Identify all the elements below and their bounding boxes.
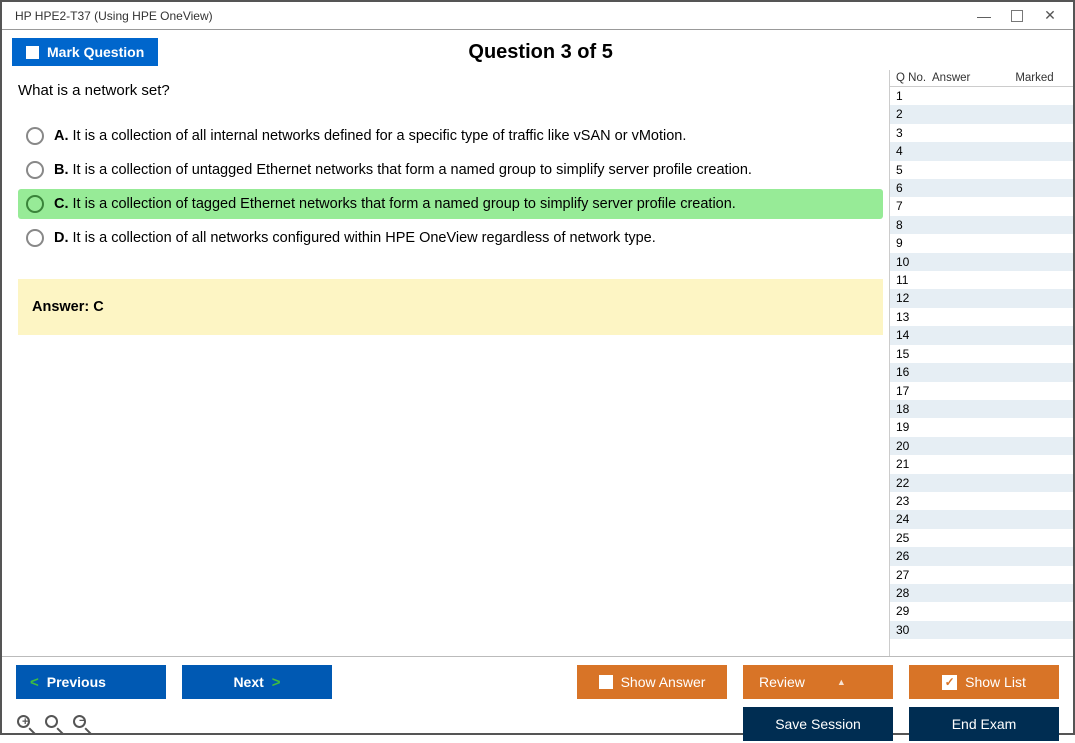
list-row[interactable]: 27 (890, 566, 1073, 584)
footer-row-primary: < Previous Next > Show Answer Review ▲ ✓… (16, 665, 1059, 699)
checked-checkbox-icon: ✓ (942, 675, 957, 690)
checkbox-icon (26, 46, 39, 59)
chevron-right-icon: > (272, 674, 281, 691)
list-row[interactable]: 21 (890, 455, 1073, 473)
list-row[interactable]: 22 (890, 474, 1073, 492)
list-row[interactable]: 25 (890, 529, 1073, 547)
save-session-label: Save Session (775, 716, 861, 732)
list-row[interactable]: 4 (890, 142, 1073, 160)
dropdown-arrow-icon: ▲ (837, 677, 846, 687)
radio-icon (26, 195, 44, 213)
list-row[interactable]: 26 (890, 547, 1073, 565)
list-row[interactable]: 20 (890, 437, 1073, 455)
list-row[interactable]: 1 (890, 87, 1073, 105)
window-title: HP HPE2-T37 (Using HPE OneView) (10, 9, 213, 23)
titlebar: HP HPE2-T37 (Using HPE OneView) — ✕ (2, 2, 1073, 30)
option-a[interactable]: A. It is a collection of all internal ne… (18, 121, 883, 151)
question-counter: Question 3 of 5 (158, 41, 923, 64)
zoom-in-icon[interactable] (16, 714, 36, 734)
review-label: Review (759, 674, 805, 690)
header: Mark Question Question 3 of 5 (2, 30, 1073, 70)
list-row[interactable]: 30 (890, 621, 1073, 639)
previous-button[interactable]: < Previous (16, 665, 166, 699)
options-list: A. It is a collection of all internal ne… (18, 121, 883, 253)
zoom-reset-icon[interactable] (44, 714, 64, 734)
list-row[interactable]: 28 (890, 584, 1073, 602)
list-row[interactable]: 29 (890, 602, 1073, 620)
col-marked: Marked (996, 72, 1073, 84)
list-row[interactable]: 2 (890, 105, 1073, 123)
close-icon[interactable]: ✕ (1041, 7, 1059, 25)
list-row[interactable]: 10 (890, 253, 1073, 271)
list-row[interactable]: 17 (890, 382, 1073, 400)
list-row[interactable]: 23 (890, 492, 1073, 510)
footer: < Previous Next > Show Answer Review ▲ ✓… (2, 656, 1073, 743)
question-list-pane: Q No. Answer Marked 12345678910111213141… (889, 70, 1073, 656)
list-row[interactable]: 7 (890, 197, 1073, 215)
show-answer-button[interactable]: Show Answer (577, 665, 727, 699)
list-row[interactable]: 6 (890, 179, 1073, 197)
list-row[interactable]: 12 (890, 289, 1073, 307)
list-row[interactable]: 18 (890, 400, 1073, 418)
show-answer-label: Show Answer (621, 674, 706, 690)
list-row[interactable]: 14 (890, 326, 1073, 344)
question-pane: What is a network set? A. It is a collec… (2, 70, 889, 656)
list-body[interactable]: 1234567891011121314151617181920212223242… (890, 87, 1073, 656)
list-row[interactable]: 19 (890, 418, 1073, 436)
show-list-label: Show List (965, 674, 1026, 690)
show-list-button[interactable]: ✓ Show List (909, 665, 1059, 699)
list-row[interactable]: 8 (890, 216, 1073, 234)
option-text: A. It is a collection of all internal ne… (54, 128, 686, 144)
previous-label: Previous (47, 674, 106, 690)
chevron-left-icon: < (30, 674, 39, 691)
mark-question-button[interactable]: Mark Question (12, 38, 158, 66)
list-row[interactable]: 24 (890, 510, 1073, 528)
option-b[interactable]: B. It is a collection of untagged Ethern… (18, 155, 883, 185)
list-row[interactable]: 15 (890, 345, 1073, 363)
list-row[interactable]: 11 (890, 271, 1073, 289)
col-qno: Q No. (890, 72, 932, 84)
list-row[interactable]: 9 (890, 234, 1073, 252)
option-text: C. It is a collection of tagged Ethernet… (54, 196, 736, 212)
question-text: What is a network set? (18, 82, 883, 99)
checkbox-icon (599, 675, 613, 689)
list-row[interactable]: 5 (890, 161, 1073, 179)
radio-icon (26, 229, 44, 247)
review-button[interactable]: Review ▲ (743, 665, 893, 699)
option-d[interactable]: D. It is a collection of all networks co… (18, 223, 883, 253)
list-row[interactable]: 3 (890, 124, 1073, 142)
mark-question-label: Mark Question (47, 44, 144, 60)
col-answer: Answer (932, 72, 996, 84)
answer-box: Answer: C (18, 279, 883, 335)
list-row[interactable]: 16 (890, 363, 1073, 381)
option-c[interactable]: C. It is a collection of tagged Ethernet… (18, 189, 883, 219)
option-text: D. It is a collection of all networks co… (54, 230, 656, 246)
option-text: B. It is a collection of untagged Ethern… (54, 162, 752, 178)
minimize-icon[interactable]: — (975, 7, 993, 25)
footer-row-secondary: Save Session End Exam (16, 707, 1059, 741)
zoom-controls (16, 714, 92, 734)
window-controls: — ✕ (975, 7, 1065, 25)
maximize-icon[interactable] (1011, 10, 1023, 22)
next-button[interactable]: Next > (182, 665, 332, 699)
list-header: Q No. Answer Marked (890, 70, 1073, 87)
content: What is a network set? A. It is a collec… (2, 70, 1073, 656)
end-exam-button[interactable]: End Exam (909, 707, 1059, 741)
zoom-out-icon[interactable] (72, 714, 92, 734)
end-exam-label: End Exam (952, 716, 1017, 732)
save-session-button[interactable]: Save Session (743, 707, 893, 741)
radio-icon (26, 127, 44, 145)
radio-icon (26, 161, 44, 179)
next-label: Next (233, 674, 263, 690)
list-row[interactable]: 13 (890, 308, 1073, 326)
